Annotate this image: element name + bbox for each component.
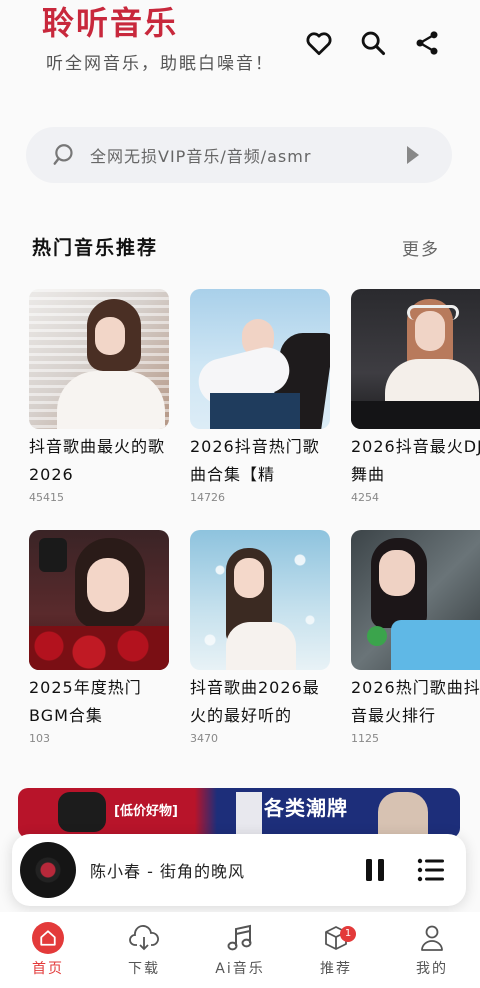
play-count: 103 — [29, 732, 50, 745]
search-icon — [52, 142, 78, 168]
tab-label: 推荐 — [320, 961, 352, 977]
tab-profile[interactable]: 我的 — [384, 912, 480, 988]
pause-icon[interactable] — [360, 855, 390, 885]
playlist-title: 2026抖音热门歌曲合集【精 — [190, 437, 320, 484]
playlist-cover — [190, 530, 330, 670]
more-link[interactable]: 更多 — [402, 235, 440, 260]
album-disc[interactable] — [20, 842, 76, 898]
tab-label: 我的 — [416, 961, 448, 977]
mini-player[interactable]: 陈小春 - 街角的晚风 — [12, 834, 466, 906]
app-subtitle: 听全网音乐，助眠白噪音！ — [46, 54, 274, 74]
search-bar[interactable]: 全网无损VIP音乐/音频/asmr — [26, 127, 452, 183]
tab-home[interactable]: 首页 — [0, 912, 96, 988]
playlist-icon[interactable] — [416, 855, 446, 885]
play-count: 45415 — [29, 491, 64, 504]
share-icon[interactable] — [410, 26, 444, 60]
tab-download[interactable]: 下载 — [96, 912, 192, 988]
playlist-title: 2026抖音最火DJ舞曲 — [351, 437, 480, 484]
heart-icon[interactable] — [302, 26, 336, 60]
playlist-card[interactable]: 2025年度热门BGM合集 103 — [29, 530, 169, 745]
playlist-card[interactable]: 抖音歌曲2026最火的最好听的 3470 — [190, 530, 330, 745]
play-count: 4254 — [351, 491, 379, 504]
play-count: 14726 — [190, 491, 225, 504]
playlist-title: 2025年度热门BGM合集 — [29, 678, 142, 725]
search-placeholder: 全网无损VIP音乐/音频/asmr — [90, 147, 312, 166]
cloud-download-icon — [129, 922, 159, 954]
playlist-cover — [29, 289, 169, 429]
playlist-card[interactable]: 2026热门歌曲抖音最火排行 1125 — [351, 530, 480, 745]
banner-tag: [低价好物] — [114, 804, 178, 819]
tab-label: Ai音乐 — [215, 961, 265, 977]
track-title: 陈小春 - 街角的晚风 — [90, 862, 245, 881]
playlist-cover — [351, 530, 480, 670]
play-count: 1125 — [351, 732, 379, 745]
tab-label: 下载 — [128, 961, 160, 977]
home-icon — [32, 922, 64, 954]
tab-ai-music[interactable]: Ai音乐 — [192, 912, 288, 988]
promo-banner[interactable]: [低价好物] 各类潮牌 — [18, 788, 460, 838]
bottom-tab-bar: 首页 下载 Ai音乐 1 推荐 我的 — [0, 912, 480, 988]
play-arrow-icon[interactable] — [406, 145, 420, 165]
playlist-card[interactable]: 抖音歌曲最火的歌2026 45415 — [29, 289, 169, 504]
search-icon[interactable] — [356, 26, 390, 60]
playlist-cover — [29, 530, 169, 670]
user-icon — [419, 922, 445, 954]
tab-label: 首页 — [32, 961, 64, 977]
playlist-title: 抖音歌曲2026最火的最好听的 — [190, 678, 320, 725]
playlist-card[interactable]: 2026抖音热门歌曲合集【精 14726 — [190, 289, 330, 504]
tab-recommend[interactable]: 1 推荐 — [288, 912, 384, 988]
section-title: 热门音乐推荐 — [32, 237, 159, 259]
music-note-icon — [227, 922, 253, 954]
app-title: 聆听音乐 — [42, 4, 179, 42]
playlist-title: 2026热门歌曲抖音最火排行 — [351, 678, 480, 725]
play-count: 3470 — [190, 732, 218, 745]
notification-badge: 1 — [340, 926, 356, 942]
playlist-cover — [351, 289, 480, 429]
playlist-title: 抖音歌曲最火的歌2026 — [29, 437, 166, 484]
playlist-card[interactable]: 2026抖音最火DJ舞曲 4254 — [351, 289, 480, 504]
playlist-cover — [190, 289, 330, 429]
banner-text: 各类潮牌 — [264, 796, 348, 820]
